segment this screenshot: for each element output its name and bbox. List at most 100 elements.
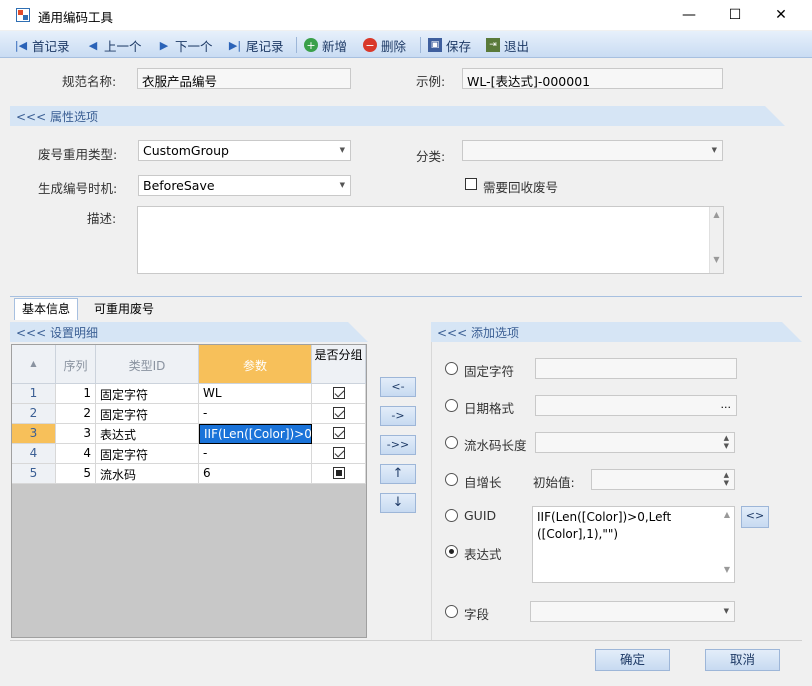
auto-increment-radio[interactable] [445, 473, 458, 486]
expression-editor-button[interactable]: <> [741, 506, 769, 528]
reuse-type-label: 废号重用类型: [38, 147, 118, 162]
last-record-button[interactable]: ▶| 尾记录 [228, 35, 284, 55]
fixed-char-input[interactable] [535, 358, 737, 379]
ok-button[interactable]: 确定 [595, 649, 670, 671]
column-header-seq[interactable]: 序列 [56, 345, 96, 384]
group-checkbox[interactable] [332, 467, 345, 479]
add-button[interactable]: + 新增 [304, 35, 347, 55]
group-cell[interactable] [312, 444, 366, 464]
first-icon: |◀ [14, 38, 28, 52]
minimize-button[interactable]: — [666, 0, 712, 30]
example-label: 示例: [416, 74, 446, 89]
move-right-button[interactable]: -> [380, 406, 416, 426]
row-number-cell[interactable]: 1 [12, 384, 56, 404]
date-format-input[interactable]: ... [535, 395, 737, 416]
desc-label: 描述: [87, 211, 117, 226]
type-cell[interactable]: 流水码 [96, 464, 199, 484]
field-radio[interactable] [445, 605, 458, 618]
column-header-param[interactable]: 参数 [199, 345, 312, 384]
move-up-button[interactable]: ↑ [380, 464, 416, 484]
move-left-button[interactable]: <- [380, 377, 416, 397]
footer-divider [10, 640, 802, 641]
save-icon: ▣ [428, 38, 442, 52]
type-cell[interactable]: 固定字符 [96, 384, 199, 404]
param-cell[interactable]: - [199, 444, 312, 464]
tab-reusable-codes[interactable]: 可重用废号 [84, 299, 164, 319]
move-down-button[interactable]: ↓ [380, 493, 416, 513]
detail-section-header[interactable]: <<< 设置明细 [10, 322, 368, 342]
delete-button[interactable]: − 删除 [363, 35, 406, 55]
gen-timing-select[interactable]: BeforeSave ▼ [138, 175, 351, 196]
seq-cell[interactable]: 4 [56, 444, 96, 464]
auto-increment-label: 自增长 [464, 475, 502, 490]
save-button[interactable]: ▣ 保存 [428, 35, 471, 55]
group-checkbox[interactable] [332, 447, 345, 459]
exit-button[interactable]: ⇥ 退出 [486, 35, 529, 55]
row-number-cell[interactable]: 2 [12, 404, 56, 424]
reuse-type-select[interactable]: CustomGroup ▼ [138, 140, 351, 161]
browse-button[interactable]: ... [721, 398, 732, 411]
addopt-panel [431, 342, 802, 640]
type-cell[interactable]: 固定字符 [96, 404, 199, 424]
fixed-char-radio[interactable] [445, 362, 458, 375]
date-format-radio[interactable] [445, 399, 458, 412]
recycle-checkbox[interactable] [465, 178, 477, 190]
move-right-all-button[interactable]: ->> [380, 435, 416, 455]
name-field[interactable]: 衣服产品编号 [137, 68, 351, 89]
row-number-cell[interactable]: 5 [12, 464, 56, 484]
group-cell[interactable] [312, 464, 366, 484]
row-number-cell[interactable]: 4 [12, 444, 56, 464]
row-number-cell[interactable]: 3 [12, 424, 56, 444]
expression-radio[interactable] [445, 545, 458, 558]
category-select[interactable]: ▼ [462, 140, 723, 161]
expression-scrollbar[interactable]: ▲ ▼ [720, 507, 734, 582]
guid-radio[interactable] [445, 509, 458, 522]
expression-textarea[interactable]: IIF(Len([Color])>0,Left ([Color],1),"") [532, 506, 735, 583]
example-field[interactable]: WL-[表达式]-000001 [462, 68, 723, 89]
date-format-label: 日期格式 [464, 401, 515, 416]
group-checkbox[interactable] [332, 407, 345, 419]
exit-icon: ⇥ [486, 38, 500, 52]
delete-icon: − [363, 38, 377, 52]
seq-cell[interactable]: 5 [56, 464, 96, 484]
column-header-group[interactable]: 是否分组 [312, 345, 366, 384]
group-checkbox[interactable] [332, 427, 345, 439]
name-label: 规范名称: [62, 74, 117, 89]
initial-value-spinner[interactable]: ▲ ▼ [591, 469, 735, 490]
close-button[interactable]: ✕ [758, 0, 804, 30]
scroll-up-icon: ▲ [713, 210, 720, 219]
type-cell[interactable]: 固定字符 [96, 444, 199, 464]
initial-value-label: 初始值: [533, 475, 575, 490]
maximize-button[interactable]: ☐ [712, 0, 758, 30]
group-cell[interactable] [312, 424, 366, 444]
group-cell[interactable] [312, 384, 366, 404]
type-cell[interactable]: 表达式 [96, 424, 199, 444]
seq-cell[interactable]: 3 [56, 424, 96, 444]
prev-button[interactable]: ◀ 上一个 [86, 35, 142, 55]
column-header-type[interactable]: 类型ID [96, 345, 199, 384]
serial-length-radio[interactable] [445, 436, 458, 449]
field-select[interactable]: ▼ [530, 601, 735, 622]
seq-cell[interactable]: 2 [56, 404, 96, 424]
addopt-section-header[interactable]: <<< 添加选项 [431, 322, 802, 342]
group-checkbox[interactable] [332, 387, 345, 399]
param-cell[interactable]: - [199, 404, 312, 424]
desc-textarea[interactable]: ▲ ▼ [137, 206, 724, 274]
expression-label: 表达式 [464, 547, 502, 562]
guid-label: GUID [464, 508, 497, 523]
toolbar-separator [296, 37, 297, 53]
param-cell[interactable]: WL [199, 384, 312, 404]
props-section-header[interactable]: <<< 属性选项 [10, 106, 785, 126]
seq-cell[interactable]: 1 [56, 384, 96, 404]
serial-length-spinner[interactable]: ▲ ▼ [535, 432, 735, 453]
next-button[interactable]: ▶ 下一个 [157, 35, 213, 55]
group-cell[interactable] [312, 404, 366, 424]
first-record-button[interactable]: |◀ 首记录 [14, 35, 70, 55]
param-cell[interactable]: 6 [199, 464, 312, 484]
param-cell[interactable]: IIF(Len([Color])>0,L [199, 424, 312, 444]
fixed-char-label: 固定字符 [464, 364, 515, 379]
cancel-button[interactable]: 取消 [705, 649, 780, 671]
desc-scrollbar[interactable]: ▲ ▼ [709, 207, 723, 273]
scroll-down-icon: ▼ [713, 255, 720, 264]
tab-basic-info[interactable]: 基本信息 [14, 298, 78, 320]
